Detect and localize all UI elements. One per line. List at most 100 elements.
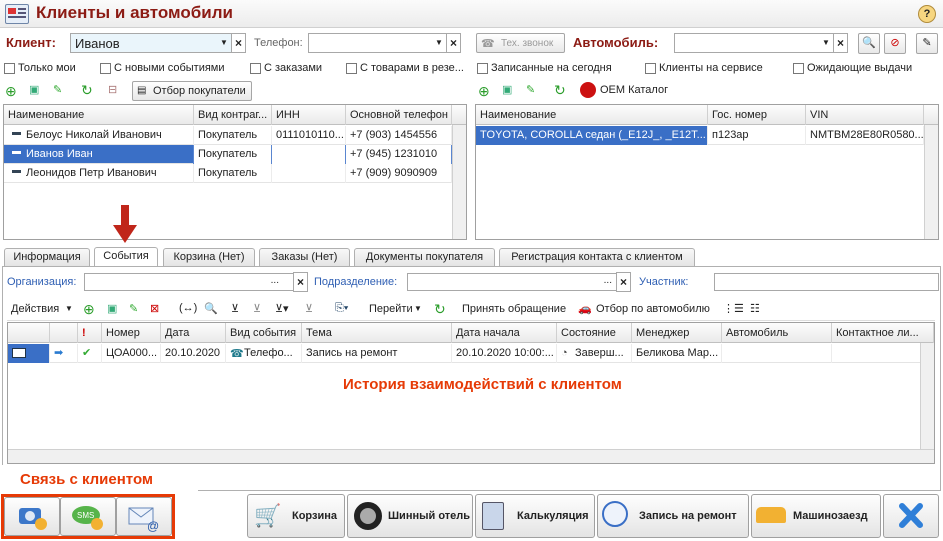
today-booked-checkbox[interactable]: Записанные на сегодня	[477, 62, 612, 74]
col-contact[interactable]: Контактное ли...	[832, 323, 934, 343]
col-phone[interactable]: Основной телефон	[346, 105, 452, 125]
col-vin[interactable]: VIN	[806, 105, 924, 125]
col-inn[interactable]: ИНН	[272, 105, 346, 125]
col-manager[interactable]: Менеджер	[632, 323, 722, 343]
events-hscrollbar[interactable]	[8, 449, 934, 463]
actions-menu[interactable]: Действия	[11, 303, 59, 315]
clear-client-button[interactable]: ×	[231, 33, 246, 53]
edit-pencil-icon[interactable]: ✎	[53, 83, 62, 96]
filter-options-icon[interactable]: ⊻▾	[275, 302, 289, 315]
tab-orders[interactable]: Заказы (Нет)	[259, 248, 350, 266]
org-field[interactable]: ...	[84, 273, 294, 291]
with-orders-checkbox[interactable]: С заказами	[250, 62, 322, 74]
accept-request-button[interactable]: Принять обращение	[462, 303, 566, 315]
tab-info[interactable]: Информация	[4, 248, 90, 266]
col-number[interactable]: Номер	[102, 323, 161, 343]
col-car[interactable]: Автомобиль	[722, 323, 832, 343]
edit-pencil-icon[interactable]: ✎	[526, 83, 535, 96]
org-label: Организация:	[7, 276, 77, 288]
participant-field[interactable]	[714, 273, 939, 291]
auto-field[interactable]: ▼	[674, 33, 834, 53]
clear-phone-button[interactable]: ×	[446, 33, 461, 53]
delete-icon[interactable]: ⊠	[150, 302, 159, 315]
col-state[interactable]: Состояние	[557, 323, 632, 343]
events-vscrollbar[interactable]	[920, 343, 934, 449]
add-icon[interactable]: ⊕	[478, 83, 490, 100]
copy-icon[interactable]: ▣	[107, 302, 117, 315]
on-service-checkbox[interactable]: Клиенты на сервисе	[645, 62, 763, 74]
refresh-icon[interactable]: ↻	[81, 82, 93, 99]
export-icon[interactable]: ⎘▾	[335, 302, 348, 315]
dept-field[interactable]: ...	[407, 273, 617, 291]
chevron-down-icon[interactable]: ▼	[819, 34, 833, 52]
table-row[interactable]: TOYOTA, COROLLA седан (_E12J_, _E12T... …	[476, 126, 924, 145]
tech-call-button[interactable]: ☎ Тех. звонок	[476, 33, 565, 53]
tab-buyer-docs[interactable]: Документы покупателя	[354, 248, 495, 266]
tab-contact-registration[interactable]: Регистрация контакта с клиентом	[499, 248, 695, 266]
clients-scrollbar[interactable]	[452, 125, 466, 239]
hierarchy-icon[interactable]: ⋮☰	[723, 302, 744, 315]
phone-field[interactable]: ▼	[308, 33, 447, 53]
search-icon[interactable]: 🔍	[858, 33, 880, 54]
col-plate[interactable]: Гос. номер	[708, 105, 806, 125]
ellipsis-icon[interactable]: ...	[604, 275, 612, 286]
tire-hotel-button[interactable]: Шинный отель	[347, 494, 473, 538]
only-mine-checkbox[interactable]: Только мои	[4, 62, 76, 74]
copy-icon[interactable]: ▣	[29, 83, 39, 96]
reserved-goods-checkbox[interactable]: С товарами в резе...	[346, 62, 464, 74]
link-icon[interactable]: (↔)	[179, 302, 197, 314]
goto-menu[interactable]: Перейти	[369, 303, 413, 315]
tab-cart[interactable]: Корзина (Нет)	[163, 248, 255, 266]
email-button[interactable]: @	[116, 497, 172, 536]
ellipsis-icon[interactable]: ...	[271, 275, 279, 286]
clear-dept-button[interactable]: ×	[616, 272, 631, 292]
refresh-icon[interactable]: ↻	[434, 301, 446, 318]
filter-icon[interactable]: ⊻	[231, 302, 239, 315]
repair-booking-button[interactable]: Запись на ремонт	[597, 494, 749, 538]
sms-button[interactable]: SMS	[60, 497, 116, 536]
col-name[interactable]: Наименование	[4, 105, 194, 125]
clear-auto-button[interactable]: ×	[833, 33, 848, 53]
col-car-name[interactable]: Наименование	[476, 105, 708, 125]
add-icon[interactable]: ⊕	[83, 301, 95, 318]
refresh-icon[interactable]: ↻	[554, 82, 566, 99]
table-row-selected[interactable]: Иванов Иван Покупатель +7 (945) 1231010	[4, 145, 452, 164]
buyers-filter-button[interactable]: ▤ Отбор покупатели	[132, 81, 252, 101]
table-row[interactable]: ➡ ✔ ЦОА000... 20.10.2020 Телефо... Запис…	[8, 344, 920, 363]
help-button[interactable]: ?	[918, 5, 936, 23]
col-type[interactable]: Вид контраг...	[194, 105, 272, 125]
oem-catalog-icon[interactable]	[580, 82, 596, 98]
call-button[interactable]	[4, 497, 60, 536]
clear-org-button[interactable]: ×	[293, 272, 308, 292]
close-button[interactable]	[883, 494, 939, 538]
calculation-button[interactable]: Калькуляция	[475, 494, 595, 538]
filter-by-car-button[interactable]: Отбор по автомобилю	[596, 303, 710, 315]
col-date[interactable]: Дата	[161, 323, 226, 343]
copy-icon[interactable]: ▣	[502, 83, 512, 96]
filter-icon: ▤	[137, 85, 147, 96]
table-row[interactable]: Леонидов Петр Иванович Покупатель +7 (90…	[4, 164, 452, 183]
new-events-checkbox[interactable]: С новыми событиями	[100, 62, 225, 74]
cars-scrollbar[interactable]	[924, 125, 938, 239]
tab-events[interactable]: События	[94, 247, 158, 266]
tree-icon[interactable]: ⊟	[108, 83, 117, 96]
oem-catalog-button[interactable]: OEM Каталог	[600, 84, 668, 96]
col-start-date[interactable]: Дата начала	[452, 323, 557, 343]
search-clear-icon[interactable]: ⊘	[884, 33, 906, 54]
columns-icon[interactable]: ☷	[750, 302, 760, 315]
edit-icon[interactable]: ✎	[916, 33, 938, 54]
cart-button[interactable]: 🛒 Корзина	[247, 494, 345, 538]
awaiting-pickup-checkbox[interactable]: Ожидающие выдачи	[793, 62, 912, 74]
filter-list-icon[interactable]: ⊻	[253, 302, 261, 315]
find-icon[interactable]: 🔍	[204, 302, 218, 315]
edit-pencil-icon[interactable]: ✎	[129, 302, 138, 315]
chevron-down-icon[interactable]: ▼	[432, 34, 446, 52]
chevron-down-icon[interactable]: ▼	[217, 34, 231, 52]
table-row[interactable]: Белоус Николай Иванович Покупатель 01110…	[4, 126, 452, 145]
client-field[interactable]: Иванов ▼	[70, 33, 232, 53]
col-event-type[interactable]: Вид события	[226, 323, 302, 343]
filter-clear-icon[interactable]: ⊻	[305, 302, 313, 315]
col-topic[interactable]: Тема	[302, 323, 452, 343]
car-arrival-button[interactable]: Машинозаезд	[751, 494, 881, 538]
add-icon[interactable]: ⊕	[5, 83, 17, 100]
